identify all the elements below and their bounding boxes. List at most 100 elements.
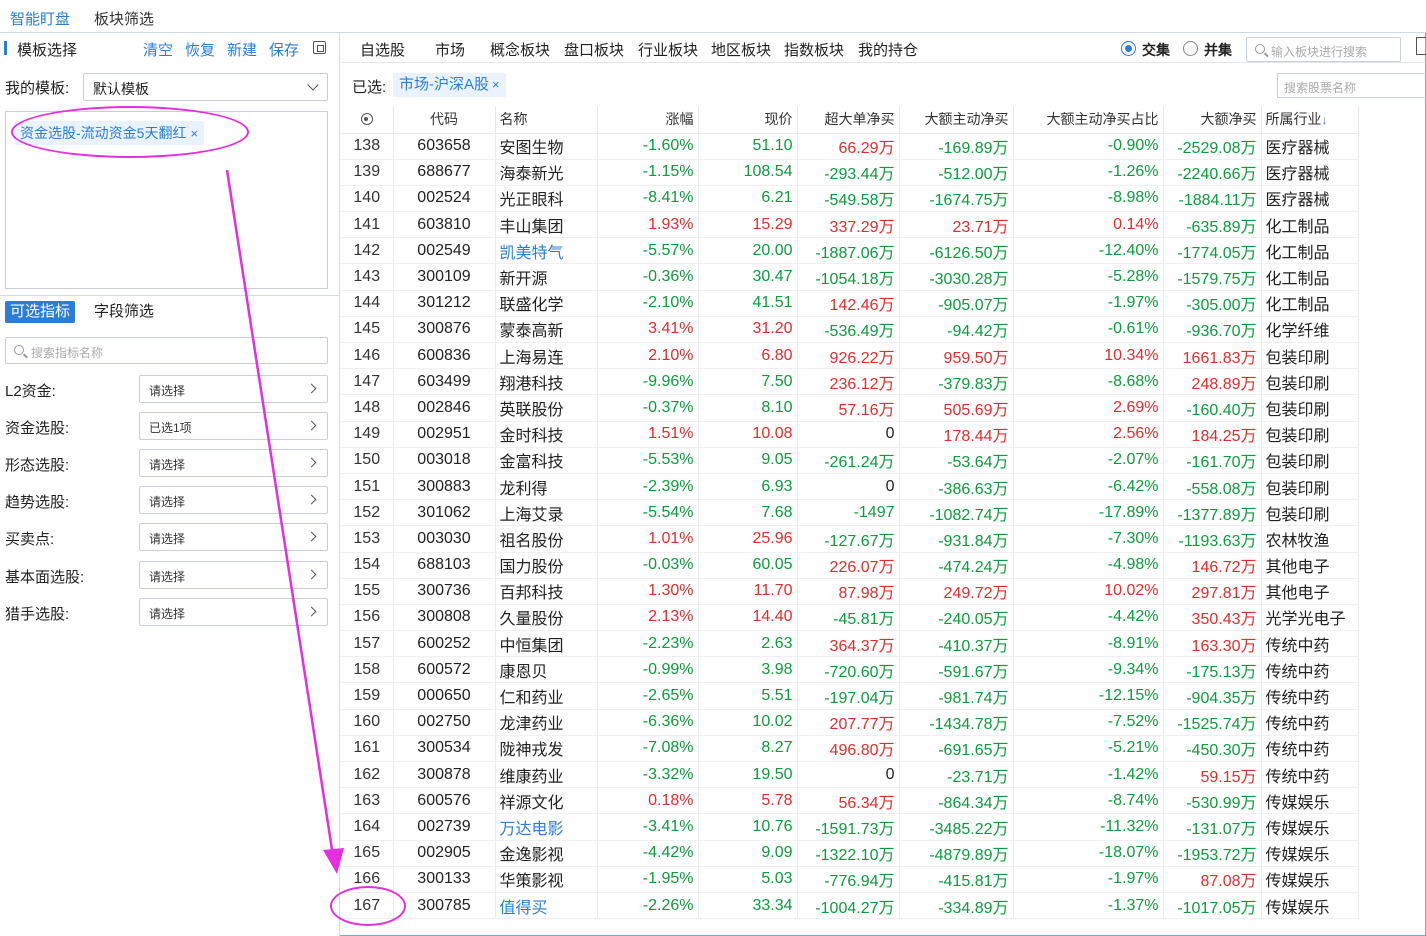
table-row[interactable]: 145 300876 蒙泰高新 3.41% 31.20 -536.49万 -94.42万 -0… [341, 316, 1359, 344]
stock-name[interactable]: 凯美特气 [495, 237, 598, 265]
table-row[interactable]: 162 300878 维康药业 -3.32% 19.50 0 -23.71万 -1.42% 59… [341, 761, 1359, 789]
table-row[interactable]: 152 301062 上海艾录 -5.54% 7.68 -1497 -1082.74万 -17… [341, 499, 1359, 527]
col-header-super-net[interactable]: 超大单净买 [797, 106, 900, 134]
col-header-big-active-net[interactable]: 大额主动净买 [899, 106, 1014, 134]
filter-select[interactable]: 请选择 [139, 375, 328, 403]
table-row[interactable]: 148 002846 英联股份 -0.37% 8.10 57.16万 505.69万 2.69… [341, 394, 1359, 422]
stock-name[interactable]: 祖名股份 [495, 525, 598, 553]
stock-name[interactable]: 祥源文化 [495, 787, 598, 815]
table-row[interactable]: 147 603499 翔港科技 -9.96% 7.50 236.12万 -379.83万 -8… [341, 368, 1359, 396]
stock-name[interactable]: 联盛化学 [495, 290, 598, 317]
stock-name[interactable]: 值得买 [495, 892, 598, 920]
stock-name[interactable]: 国力股份 [495, 552, 598, 579]
nav-index[interactable]: 指数板块 [784, 39, 844, 60]
table-row[interactable]: 138 603658 安图生物 -1.60% 51.10 66.29万 -169.89万 -0… [341, 133, 1359, 160]
filter-select[interactable]: 请选择 [139, 486, 328, 514]
table-row[interactable]: 146 600836 上海易连 2.10% 6.80 926.22万 959.50万 10.3… [341, 342, 1359, 370]
tab-available-indicators[interactable]: 可选指标 [5, 301, 76, 323]
table-row[interactable]: 164 002739 万达电影 -3.41% 10.76 -1591.73万 -3485.2… [341, 813, 1359, 841]
settings-icon[interactable] [360, 113, 373, 126]
stock-name[interactable]: 中恒集团 [495, 630, 598, 658]
stock-name[interactable]: 英联股份 [495, 394, 598, 422]
column-settings[interactable] [341, 106, 394, 134]
table-row[interactable]: 154 688103 国力股份 -0.03% 60.05 226.07万 -474.24万 -… [341, 552, 1359, 579]
table-row[interactable]: 167 300785 值得买 -2.26% 33.34 -1004.27万 -334.89万… [341, 892, 1359, 920]
close-icon[interactable]: × [190, 126, 198, 141]
stock-name[interactable]: 金逸影视 [495, 840, 598, 867]
table-row[interactable]: 140 002524 光正眼科 -8.41% 6.21 -549.58万 -1674.75万… [341, 185, 1359, 213]
table-row[interactable]: 161 300534 陇神戎发 -7.08% 8.27 496.80万 -691.65万 -5… [341, 735, 1359, 763]
stock-name[interactable]: 翔港科技 [495, 368, 598, 396]
col-header-code[interactable]: 代码 [393, 106, 496, 134]
copy-icon[interactable] [313, 41, 326, 54]
new-button[interactable]: 新建 [227, 39, 257, 60]
radio-intersect[interactable] [1121, 41, 1136, 56]
stock-name[interactable]: 上海易连 [495, 342, 598, 370]
tab-sector-filter[interactable]: 板块筛选 [94, 8, 154, 29]
stock-name[interactable]: 龙利得 [495, 473, 598, 501]
table-row[interactable]: 153 003030 祖名股份 1.01% 25.96 -127.67万 -931.84万 -… [341, 525, 1359, 553]
nav-market[interactable]: 市场 [435, 39, 465, 60]
table-row[interactable]: 142 002549 凯美特气 -5.57% 20.00 -1887.06万 -6126.5… [341, 237, 1359, 265]
stock-name[interactable]: 光正眼科 [495, 185, 598, 213]
stock-name[interactable]: 维康药业 [495, 761, 598, 789]
radio-union[interactable] [1183, 41, 1198, 56]
table-row[interactable]: 157 600252 中恒集团 -2.23% 2.63 364.37万 -410.37万 -8… [341, 630, 1359, 658]
stock-name[interactable]: 新开源 [495, 263, 598, 291]
panel-toggle-icon[interactable] [1416, 37, 1426, 55]
table-row[interactable]: 156 300808 久量股份 2.13% 14.40 -45.81万 -240.05万 -4… [341, 604, 1359, 632]
table-row[interactable]: 160 002750 龙津药业 -6.36% 10.02 207.77万 -1434.78万… [341, 709, 1359, 736]
nav-concept[interactable]: 概念板块 [490, 39, 550, 60]
nav-industry[interactable]: 行业板块 [638, 39, 698, 60]
col-header-name[interactable]: 名称 [495, 106, 598, 134]
stock-name[interactable]: 龙津药业 [495, 709, 598, 736]
stock-name[interactable]: 百邦科技 [495, 578, 598, 605]
block-search-input[interactable]: 输入板块进行搜索 [1246, 37, 1401, 62]
filter-select[interactable]: 请选择 [139, 561, 328, 589]
stock-name[interactable]: 久量股份 [495, 604, 598, 632]
nav-watchlist[interactable]: 自选股 [360, 39, 405, 60]
stock-name[interactable]: 仁和药业 [495, 682, 598, 710]
table-row[interactable]: 144 301212 联盛化学 -2.10% 41.51 142.46万 -905.07万 -… [341, 290, 1359, 317]
col-header-big-active-ratio[interactable]: 大额主动净买占比 [1013, 106, 1164, 134]
table-row[interactable]: 151 300883 龙利得 -2.39% 6.93 0 -386.63万 -6.42% -55… [341, 473, 1359, 501]
table-row[interactable]: 139 688677 海泰新光 -1.15% 108.54 -293.44万 -512.00… [341, 159, 1359, 186]
table-row[interactable]: 163 600576 祥源文化 0.18% 5.78 56.34万 -864.34万 -8.7… [341, 787, 1359, 815]
col-header-change[interactable]: 涨幅 [597, 106, 699, 134]
filter-select[interactable]: 请选择 [139, 449, 328, 477]
stock-name[interactable]: 上海艾录 [495, 499, 598, 527]
clear-button[interactable]: 清空 [143, 39, 173, 60]
table-row[interactable]: 149 002951 金时科技 1.51% 10.08 0 178.44万 2.56% 184.… [341, 421, 1359, 448]
stock-name[interactable]: 海泰新光 [495, 159, 598, 186]
condition-tag[interactable]: 资金选股-流动资金5天翻红 × [14, 121, 205, 145]
stock-name[interactable]: 安图生物 [495, 133, 598, 160]
nav-holdings[interactable]: 我的持仓 [858, 39, 918, 60]
col-header-industry[interactable]: 所属行业↓ [1261, 106, 1359, 134]
col-header-big-net[interactable]: 大额净买 [1163, 106, 1262, 134]
table-row[interactable]: 155 300736 百邦科技 1.30% 11.70 87.98万 249.72万 10.0… [341, 578, 1359, 605]
save-button[interactable]: 保存 [269, 39, 299, 60]
restore-button[interactable]: 恢复 [185, 39, 215, 60]
nav-region[interactable]: 地区板块 [711, 39, 771, 60]
stock-name[interactable]: 丰山集团 [495, 211, 598, 239]
stock-name[interactable]: 金富科技 [495, 447, 598, 474]
stock-name[interactable]: 万达电影 [495, 813, 598, 841]
filter-select[interactable]: 已选1项 [139, 412, 328, 440]
stock-name[interactable]: 蒙泰高新 [495, 316, 598, 344]
indicator-search-input[interactable]: 搜索指标名称 [5, 337, 328, 364]
filter-select[interactable]: 请选择 [139, 598, 328, 626]
col-header-price[interactable]: 现价 [698, 106, 798, 134]
tab-field-filter[interactable]: 字段筛选 [89, 301, 159, 323]
filter-select[interactable]: 请选择 [139, 523, 328, 551]
table-row[interactable]: 166 300133 华策影视 -1.95% 5.03 -776.94万 -415.81万 -… [341, 866, 1359, 893]
stock-name[interactable]: 陇神戎发 [495, 735, 598, 763]
table-row[interactable]: 150 003018 金富科技 -5.53% 9.05 -261.24万 -53.64万 -2… [341, 447, 1359, 474]
table-row[interactable]: 158 600572 康恩贝 -0.99% 3.98 -720.60万 -591.67万 -9… [341, 656, 1359, 684]
table-row[interactable]: 159 000650 仁和药业 -2.65% 5.51 -197.04万 -981.74万 -… [341, 682, 1359, 710]
table-row[interactable]: 143 300109 新开源 -0.36% 30.47 -1054.18万 -3030.28… [341, 263, 1359, 291]
table-row[interactable]: 165 002905 金逸影视 -4.42% 9.09 -1322.10万 -4879.89… [341, 840, 1359, 867]
stock-name[interactable]: 金时科技 [495, 421, 598, 448]
market-tag[interactable]: 市场-沪深A股 × [393, 73, 506, 97]
stock-search-input[interactable]: 搜索股票名称 [1277, 73, 1426, 98]
stock-name[interactable]: 华策影视 [495, 866, 598, 893]
